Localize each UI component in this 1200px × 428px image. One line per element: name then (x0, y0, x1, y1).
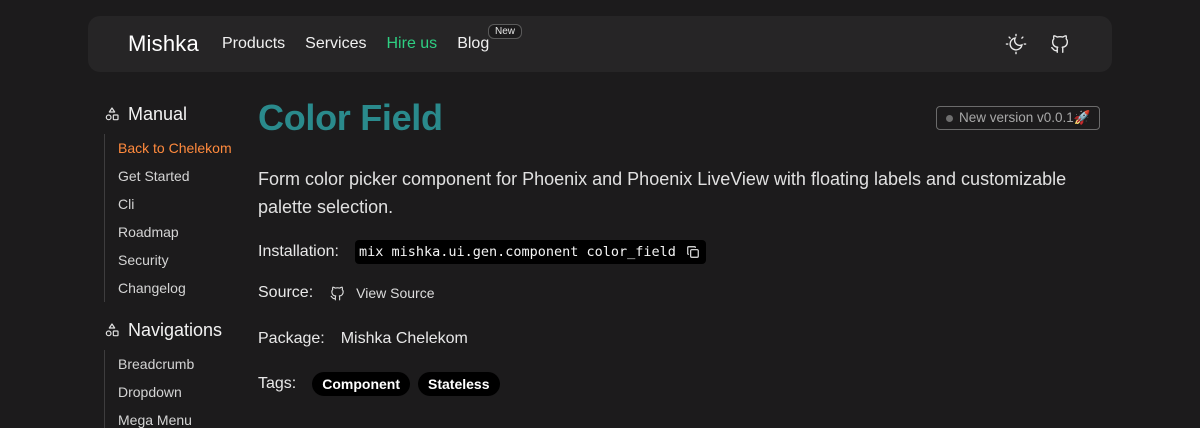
source-row: Source: View Source (258, 284, 434, 302)
sidebar-item-changelog[interactable]: Changelog (118, 274, 244, 302)
tag-component[interactable]: Component (312, 372, 411, 396)
sidebar-item-back-to-chelekom[interactable]: Back to Chelekom (118, 134, 244, 162)
nav-blog[interactable]: Blog (457, 35, 489, 53)
blog-new-badge: New (488, 24, 523, 39)
sidebar-section-manual: Manual (104, 100, 244, 128)
sidebar-section-navigations: Navigations (104, 316, 244, 344)
sidebar-section-title: Navigations (128, 319, 223, 340)
sidebar-item-breadcrumb[interactable]: Breadcrumb (118, 350, 244, 378)
package-value: Mishka Chelekom (340, 330, 468, 347)
tags-label: Tags: (258, 375, 297, 392)
install-command: mix mishka.ui.gen.component color_field (354, 240, 706, 264)
view-source-text: View Source (356, 285, 435, 301)
copy-icon (687, 246, 699, 258)
nav-products[interactable]: Products (222, 35, 285, 53)
sidebar-item-roadmap[interactable]: Roadmap (118, 218, 244, 246)
top-navbar: Mishka Products Services Hire us Blog Ne… (88, 16, 1112, 72)
shapes-icon (105, 323, 119, 337)
page-title: Color Field (258, 97, 443, 138)
sidebar-item-mega-menu[interactable]: Mega Menu (118, 406, 244, 428)
package-label: Package: (258, 330, 325, 347)
source-label: Source: (258, 284, 314, 301)
version-label: New version v0.0.1🚀 (959, 110, 1091, 125)
install-command-text: mix mishka.ui.gen.component color_field (358, 244, 676, 260)
view-source-link[interactable]: View Source (329, 285, 434, 302)
tags-row: Tags: Component Stateless (258, 372, 508, 396)
status-dot (946, 114, 953, 122)
shapes-icon (105, 107, 119, 121)
github-icon (1051, 35, 1069, 53)
sidebar-item-cli[interactable]: Cli (118, 190, 244, 218)
github-icon (329, 285, 346, 302)
sidebar-item-dropdown[interactable]: Dropdown (118, 378, 244, 406)
github-button[interactable] (1048, 32, 1072, 56)
sidebar-item-get-started[interactable]: Get Started (118, 162, 244, 190)
sidebar-list-manual: Back to Chelekom Get Started Cli Roadmap… (104, 134, 244, 302)
theme-toggle-button[interactable] (1004, 32, 1028, 56)
sidebar-item-security[interactable]: Security (118, 246, 244, 274)
sidebar: Manual Back to Chelekom Get Started Cli … (104, 100, 244, 428)
sidebar-section-title: Manual (128, 103, 188, 124)
theme-toggle-icon (1005, 33, 1027, 55)
installation-row: Installation: mix mishka.ui.gen.componen… (258, 240, 706, 264)
tag-stateless[interactable]: Stateless (418, 372, 500, 396)
sidebar-list-navigations: Breadcrumb Dropdown Mega Menu (104, 350, 244, 428)
nav-services[interactable]: Services (305, 35, 366, 53)
component-description: Form color picker component for Phoenix … (258, 169, 1067, 217)
version-badge[interactable]: New version v0.0.1🚀 (936, 106, 1100, 130)
installation-label: Installation: (258, 243, 339, 260)
package-row: Package: Mishka Chelekom (258, 330, 468, 348)
copy-button[interactable] (686, 245, 700, 259)
brand-logo[interactable]: Mishka (128, 31, 199, 57)
nav-hire-us[interactable]: Hire us (387, 35, 438, 53)
main-nav: Products Services Hire us Blog (222, 35, 509, 53)
